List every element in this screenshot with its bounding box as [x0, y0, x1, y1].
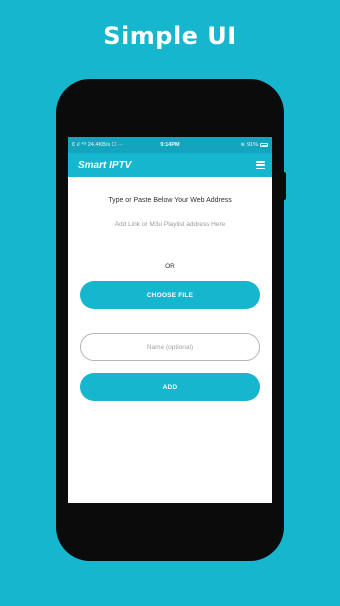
- add-button[interactable]: ADD: [80, 373, 260, 401]
- hamburger-menu-icon[interactable]: [256, 161, 265, 169]
- promo-headline: Simple UI: [103, 22, 237, 50]
- app-screen: Ɛ ıl ⁴ᴳ 24.4KB/s ☐ ··· 9:14PM ≋ 91% Smar…: [68, 137, 272, 503]
- or-divider-label: OR: [165, 263, 175, 270]
- battery-icon: [260, 143, 268, 147]
- choose-file-button[interactable]: CHOOSE FILE: [80, 281, 260, 309]
- playlist-name-input[interactable]: [80, 333, 260, 361]
- playlist-link-input[interactable]: [82, 214, 258, 234]
- app-title: Smart IPTV: [78, 159, 132, 171]
- playlist-form: Type or Paste Below Your Web Address OR …: [68, 177, 272, 503]
- status-time: 9:14PM: [160, 142, 180, 148]
- app-bar: Smart IPTV: [68, 153, 272, 177]
- instruction-text: Type or Paste Below Your Web Address: [108, 197, 232, 204]
- status-bar: Ɛ ıl ⁴ᴳ 24.4KB/s ☐ ··· 9:14PM ≋ 91%: [68, 137, 272, 153]
- phone-side-button: [282, 172, 286, 200]
